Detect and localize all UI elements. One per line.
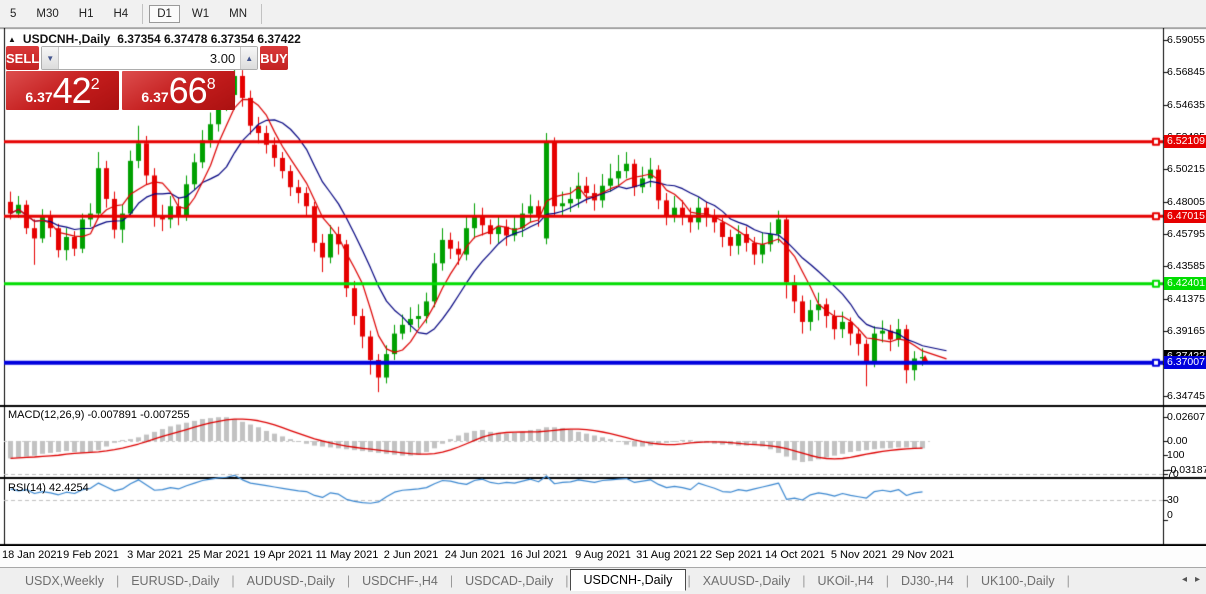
buy-button[interactable]: BUY <box>260 46 287 70</box>
date-axis-label: 3 Mar 2021 <box>127 549 183 561</box>
sell-price-big: 42 <box>53 74 91 108</box>
date-axis-label: 25 Mar 2021 <box>188 549 250 561</box>
date-axis-label: 9 Aug 2021 <box>575 549 631 561</box>
date-axis-label: 14 Oct 2021 <box>765 549 825 561</box>
date-axis-label: 11 May 2021 <box>316 549 379 561</box>
tab-separator: | <box>1066 574 1071 588</box>
trading-app-window: 5M30 H1H4 D1W1MN ▲ USDCNH-,Daily 6.37354 6… <box>0 0 1206 594</box>
timeframe-button-h4[interactable]: H4 <box>105 5 136 23</box>
chart-tab-bar: USDX,Weekly|EURUSD-,Daily|AUDUSD-,Daily|… <box>0 567 1206 594</box>
price-axis-tick: 6.56845 <box>1167 66 1206 78</box>
timeframe-button-5[interactable]: 5 <box>2 5 24 23</box>
price-axis-tick: 6.48005 <box>1167 196 1206 208</box>
timeframe-button-w1[interactable]: W1 <box>184 5 217 23</box>
price-axis-tick: 6.41375 <box>1167 293 1206 305</box>
date-axis: 18 Jan 20219 Feb 2021 3 Mar 2021 25 Mar 20… <box>0 546 1206 567</box>
date-axis-label: 5 Nov 2021 <box>831 549 887 561</box>
price-axis-tick: 6.43585 <box>1167 260 1206 272</box>
rsi-indicator-label: RSI(14) 42.4254 <box>8 482 89 494</box>
tabs-scroll-left-icon[interactable]: ◂ <box>1182 574 1187 585</box>
collapse-chart-icon[interactable]: ▲ <box>8 35 16 44</box>
rsi-axis-tick: 100 <box>1167 449 1206 461</box>
date-axis-label: 19 Apr 2021 <box>253 549 312 561</box>
volume-stepper: ▼ ▲ <box>41 46 258 70</box>
rsi-axis-tick: 0 <box>1167 509 1206 521</box>
buy-price-prefix: 6.37 <box>141 89 168 105</box>
macd-axis-tick: 0.00 <box>1167 435 1206 447</box>
chart-symbol-label: USDCNH-,Daily <box>23 32 110 46</box>
toolbar-separator <box>261 4 262 24</box>
price-axis-tick: 6.59055 <box>1167 34 1206 46</box>
tabs-scroll-right-icon[interactable]: ▸ <box>1195 574 1200 585</box>
volume-input[interactable] <box>59 47 240 69</box>
sell-price-sup: 2 <box>91 76 100 94</box>
volume-decrease-icon[interactable]: ▼ <box>42 47 59 69</box>
price-axis-tick: 6.39165 <box>1167 325 1206 337</box>
tab-usdx-weekly[interactable]: USDX,Weekly <box>14 571 115 591</box>
level-price-label: 6.42401 <box>1164 277 1206 290</box>
date-axis-label: 2 Jun 2021 <box>384 549 438 561</box>
timeframe-button-h1[interactable]: H1 <box>71 5 102 23</box>
date-axis-label: 31 Aug 2021 <box>636 549 698 561</box>
timeframe-button-d1[interactable]: D1 <box>149 5 180 23</box>
level-price-label: 6.47015 <box>1164 210 1206 223</box>
tab-usdcnh-daily[interactable]: USDCNH-,Daily <box>570 569 687 591</box>
date-axis-label: 24 Jun 2021 <box>445 549 506 561</box>
level-price-label: 6.52109 <box>1164 135 1206 148</box>
buy-price-sup: 8 <box>207 76 216 94</box>
level-price-label: 6.37007 <box>1164 356 1206 369</box>
timeframe-button-mn[interactable]: MN <box>221 5 255 23</box>
sell-price-prefix: 6.37 <box>25 89 52 105</box>
macd-indicator-label: MACD(12,26,9) -0.007891 -0.007255 <box>8 409 190 421</box>
sell-price-panel[interactable]: 6.37 42 2 <box>6 71 119 110</box>
tab-eurusd-daily[interactable]: EURUSD-,Daily <box>120 571 230 591</box>
rsi-axis-tick: 30 <box>1167 494 1206 506</box>
buy-price-panel[interactable]: 6.37 66 8 <box>122 71 235 110</box>
tab-usdcad-daily[interactable]: USDCAD-,Daily <box>454 571 564 591</box>
date-axis-label: 22 Sep 2021 <box>700 549 762 561</box>
price-axis-tick: 6.54635 <box>1167 99 1206 111</box>
timeframe-button-m30[interactable]: M30 <box>28 5 66 23</box>
tab-xauusd-daily[interactable]: XAUUSD-,Daily <box>692 571 802 591</box>
sell-button[interactable]: SELL <box>6 46 39 70</box>
tab-audusd-daily[interactable]: AUDUSD-,Daily <box>236 571 346 591</box>
rsi-axis-tick: 70 <box>1167 468 1206 480</box>
tab-usdchf-h4[interactable]: USDCHF-,H4 <box>351 571 449 591</box>
tab-ukoil-h4[interactable]: UKOil-,H4 <box>806 571 884 591</box>
macd-axis-tick: 0.02607 <box>1167 411 1206 423</box>
price-axis-tick: 6.34745 <box>1167 390 1206 402</box>
one-click-trade-panel: SELL ▼ ▲ BUY 6.37 42 2 6.37 66 8 <box>6 46 235 110</box>
date-axis-label: 18 Jan 2021 <box>2 549 63 561</box>
price-axis-tick: 6.50215 <box>1167 163 1206 175</box>
date-axis-label: 9 Feb 2021 <box>63 549 119 561</box>
date-axis-label: 16 Jul 2021 <box>511 549 568 561</box>
toolbar-separator <box>142 4 143 24</box>
timeframe-toolbar: 5M30 H1H4 D1W1MN <box>0 0 1206 28</box>
price-axis-tick: 6.45795 <box>1167 228 1206 240</box>
date-axis-label: 29 Nov 2021 <box>892 549 954 561</box>
tab-uk100-daily[interactable]: UK100-,Daily <box>970 571 1066 591</box>
chart-ohlc-values: 6.37354 6.37478 6.37354 6.37422 <box>117 32 301 46</box>
chart-header: ▲ USDCNH-,Daily 6.37354 6.37478 6.37354 … <box>8 32 301 46</box>
volume-increase-icon[interactable]: ▲ <box>240 47 257 69</box>
tab-dj30-h4[interactable]: DJ30-,H4 <box>890 571 965 591</box>
buy-price-big: 66 <box>169 74 207 108</box>
